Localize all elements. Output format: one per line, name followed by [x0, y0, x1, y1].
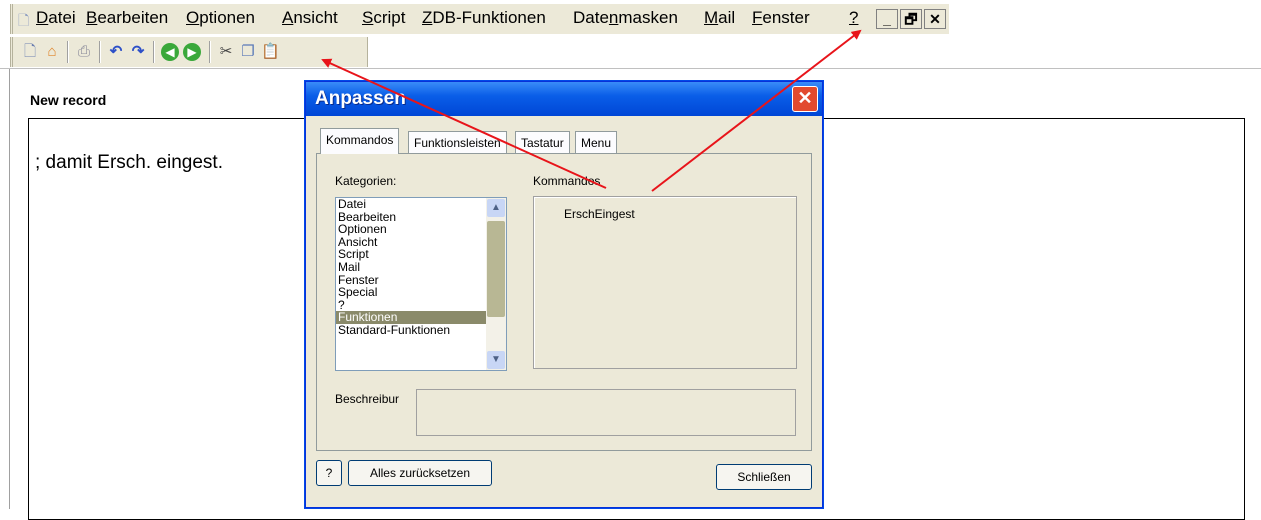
- new-icon[interactable]: 🗋: [21, 43, 39, 61]
- toolbar-divider: [0, 68, 1261, 69]
- scroll-down-icon[interactable]: ▼: [487, 351, 505, 369]
- scroll-up-icon[interactable]: ▲: [487, 199, 505, 217]
- left-border: [0, 69, 10, 509]
- toolbar-separator: [209, 41, 211, 63]
- list-item[interactable]: Special: [336, 286, 506, 299]
- list-item[interactable]: Standard-Funktionen: [336, 324, 506, 337]
- dialog-close-button[interactable]: ✕: [792, 86, 818, 112]
- record-text: ; damit Ersch. eingest.: [35, 152, 223, 173]
- redo-icon[interactable]: ↷: [129, 43, 147, 61]
- scroll-thumb[interactable]: [487, 221, 505, 317]
- copy-icon[interactable]: ❐: [239, 43, 257, 61]
- dialog-titlebar[interactable]: Anpassen ✕: [306, 82, 822, 116]
- forward-icon[interactable]: ▶: [183, 43, 201, 61]
- list-item[interactable]: Optionen: [336, 223, 506, 236]
- description-box: [416, 389, 796, 436]
- customize-dialog: Anpassen ✕ Kommandos Funktionsleisten Ta…: [305, 81, 823, 508]
- tab-funktionsleisten[interactable]: Funktionsleisten: [408, 131, 507, 154]
- toolbar-separator: [153, 41, 155, 63]
- restore-button[interactable]: 🗗: [900, 9, 922, 29]
- description-label: Beschreibur: [335, 392, 400, 406]
- toolbar: 🗋 ⌂ ⎙ ↶ ↷ ◀ ▶ ✂ ❐ 📋: [10, 37, 368, 67]
- menu-zdb-funktionen[interactable]: ZDB-Funktionen: [422, 8, 546, 28]
- cut-icon[interactable]: ✂: [217, 43, 235, 61]
- paste-icon[interactable]: 📋: [261, 43, 280, 61]
- commands-list[interactable]: ErschEingest: [533, 196, 797, 369]
- categories-list[interactable]: Datei Bearbeiten Optionen Ansicht Script…: [335, 197, 507, 371]
- menu-bearbeiten[interactable]: Bearbeiten: [86, 8, 168, 28]
- categories-scrollbar[interactable]: ▲ ▼: [486, 198, 506, 370]
- close-window-button[interactable]: ✕: [924, 9, 946, 29]
- menu-datenmasken[interactable]: Datenmasken: [573, 8, 678, 28]
- menu-mail[interactable]: Mail: [704, 8, 735, 28]
- back-icon[interactable]: ◀: [161, 43, 179, 61]
- menu-optionen[interactable]: Optionen: [186, 8, 255, 28]
- tab-kommandos[interactable]: Kommandos: [320, 128, 400, 154]
- categories-label: Kategorien:: [335, 174, 397, 188]
- window-controls: _ 🗗 ✕: [876, 9, 948, 29]
- dialog-title: Anpassen: [315, 88, 406, 109]
- undo-icon[interactable]: ↶: [107, 43, 125, 61]
- menu-script[interactable]: Script: [362, 8, 405, 28]
- minimize-button[interactable]: _: [876, 9, 898, 29]
- record-heading: New record: [30, 92, 107, 108]
- home-icon[interactable]: ⌂: [43, 43, 61, 61]
- help-button[interactable]: ?: [316, 460, 342, 486]
- command-item[interactable]: ErschEingest: [564, 207, 635, 221]
- toolbar-separator: [99, 41, 101, 63]
- tab-menu[interactable]: Menu: [575, 131, 618, 154]
- menu-fenster[interactable]: Fenster: [752, 8, 810, 28]
- menu-help[interactable]: ?: [849, 8, 858, 28]
- tab-tastatur[interactable]: Tastatur: [515, 131, 570, 154]
- menu-ansicht[interactable]: Ansicht: [282, 8, 338, 28]
- reset-all-button[interactable]: Alles zurücksetzen: [348, 460, 492, 486]
- menu-bar: 🗋 Datei Bearbeiten Optionen Ansicht Scri…: [0, 0, 1261, 36]
- app-doc-icon: 🗋: [18, 12, 30, 28]
- list-item[interactable]: Script: [336, 248, 506, 261]
- toolbar-separator: [67, 41, 69, 63]
- commands-label: Kommandos: [533, 174, 601, 188]
- print-icon[interactable]: ⎙: [75, 43, 93, 61]
- menu-datei[interactable]: Datei: [36, 8, 76, 28]
- close-button[interactable]: Schließen: [716, 464, 812, 490]
- list-item[interactable]: Mail: [336, 261, 506, 274]
- list-item[interactable]: Datei: [336, 198, 506, 211]
